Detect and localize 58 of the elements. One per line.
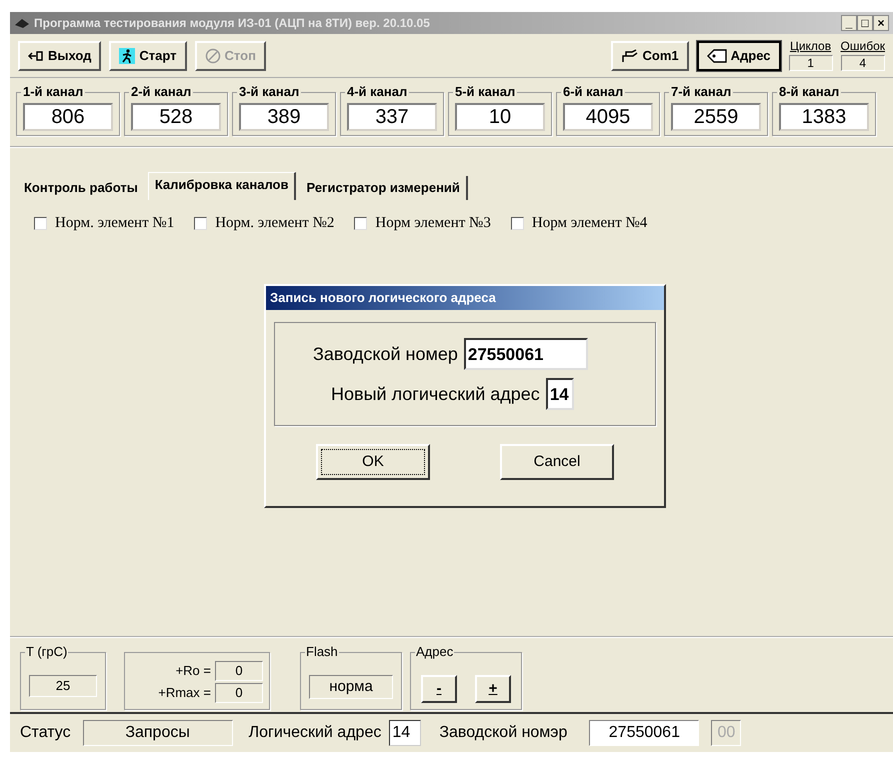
checkbox-label: Норм элемент №3 (375, 214, 491, 233)
status-value: Запросы (82, 720, 233, 746)
cancel-button[interactable]: Cancel (500, 444, 614, 480)
address-step-button[interactable]: - (421, 675, 457, 703)
minimize-button[interactable]: _ (841, 15, 857, 31)
maximize-button[interactable]: □ (857, 15, 873, 31)
address-step-button[interactable]: + (475, 675, 511, 703)
checkbox[interactable] (354, 216, 368, 230)
channel-value: 4095 (563, 103, 653, 131)
checkbox[interactable] (194, 216, 208, 230)
toolbar-button[interactable]: Выход (18, 40, 102, 70)
channel-value: 2559 (671, 103, 761, 131)
input-field[interactable]: 14 (546, 378, 574, 410)
toolbar-button[interactable]: Com1 (610, 40, 689, 70)
close-button[interactable]: × (873, 15, 889, 31)
group-label: T (грС) (25, 644, 68, 660)
flash-value: норма (309, 675, 393, 699)
resistance-value: 0 (215, 683, 263, 703)
checkbox-label: Норм. элемент №1 (55, 214, 174, 233)
extra-field: 00 (711, 720, 742, 746)
prohibited-icon (204, 48, 221, 64)
channel-value: 806 (23, 103, 113, 131)
serial-field[interactable]: 27550061 (589, 720, 700, 746)
input-field[interactable]: 27550061 (464, 338, 588, 370)
running-figure-icon (119, 48, 136, 64)
channel-value: 528 (131, 103, 221, 131)
resistance-label: +Rmax = (158, 684, 211, 702)
toolbar-button[interactable]: Старт (109, 40, 187, 70)
ok-button[interactable]: OK (316, 444, 430, 480)
channel-value: 1383 (779, 103, 869, 131)
channel-value: 337 (347, 103, 437, 131)
tab[interactable]: Калибровка каналов (148, 172, 296, 200)
checkbox-label: Норм элемент №4 (532, 214, 648, 233)
counter-label: Ошибок (840, 38, 885, 54)
field-label: Новый логический адрес (331, 382, 540, 406)
checkbox[interactable] (510, 216, 524, 230)
tab[interactable]: Контроль работы (18, 176, 144, 200)
resistance-label: +Ro = (176, 662, 211, 680)
channel-value: 389 (239, 103, 329, 131)
channel-value: 10 (455, 103, 545, 131)
tab[interactable]: Регистратор измерений (300, 176, 468, 200)
tag-icon (706, 48, 727, 62)
counter-label: Циклов (790, 38, 832, 54)
checkbox-label: Норм. элемент №2 (215, 214, 334, 233)
dialog-title: Запись нового логического адреса (266, 286, 664, 310)
address-field[interactable]: 14 (389, 720, 422, 746)
group-label: Адрес (415, 644, 454, 660)
address-label: Логический адрес (248, 723, 382, 743)
temperature-value: 25 (29, 675, 97, 697)
window-title: Программа тестирования модуля ИЗ-01 (АЦП на 8ТИ) вер. 20.10.05 (34, 15, 431, 32)
serial-label: Заводской номэр (439, 723, 568, 743)
counter-value: 4 (840, 54, 885, 70)
checkbox[interactable] (34, 216, 47, 230)
toolbar-button[interactable]: Адрес (696, 40, 781, 70)
field-label: Заводской номер (313, 342, 458, 366)
counter-value: 1 (788, 54, 833, 70)
resistance-value: 0 (215, 661, 263, 681)
status-label: Статус (20, 723, 71, 743)
